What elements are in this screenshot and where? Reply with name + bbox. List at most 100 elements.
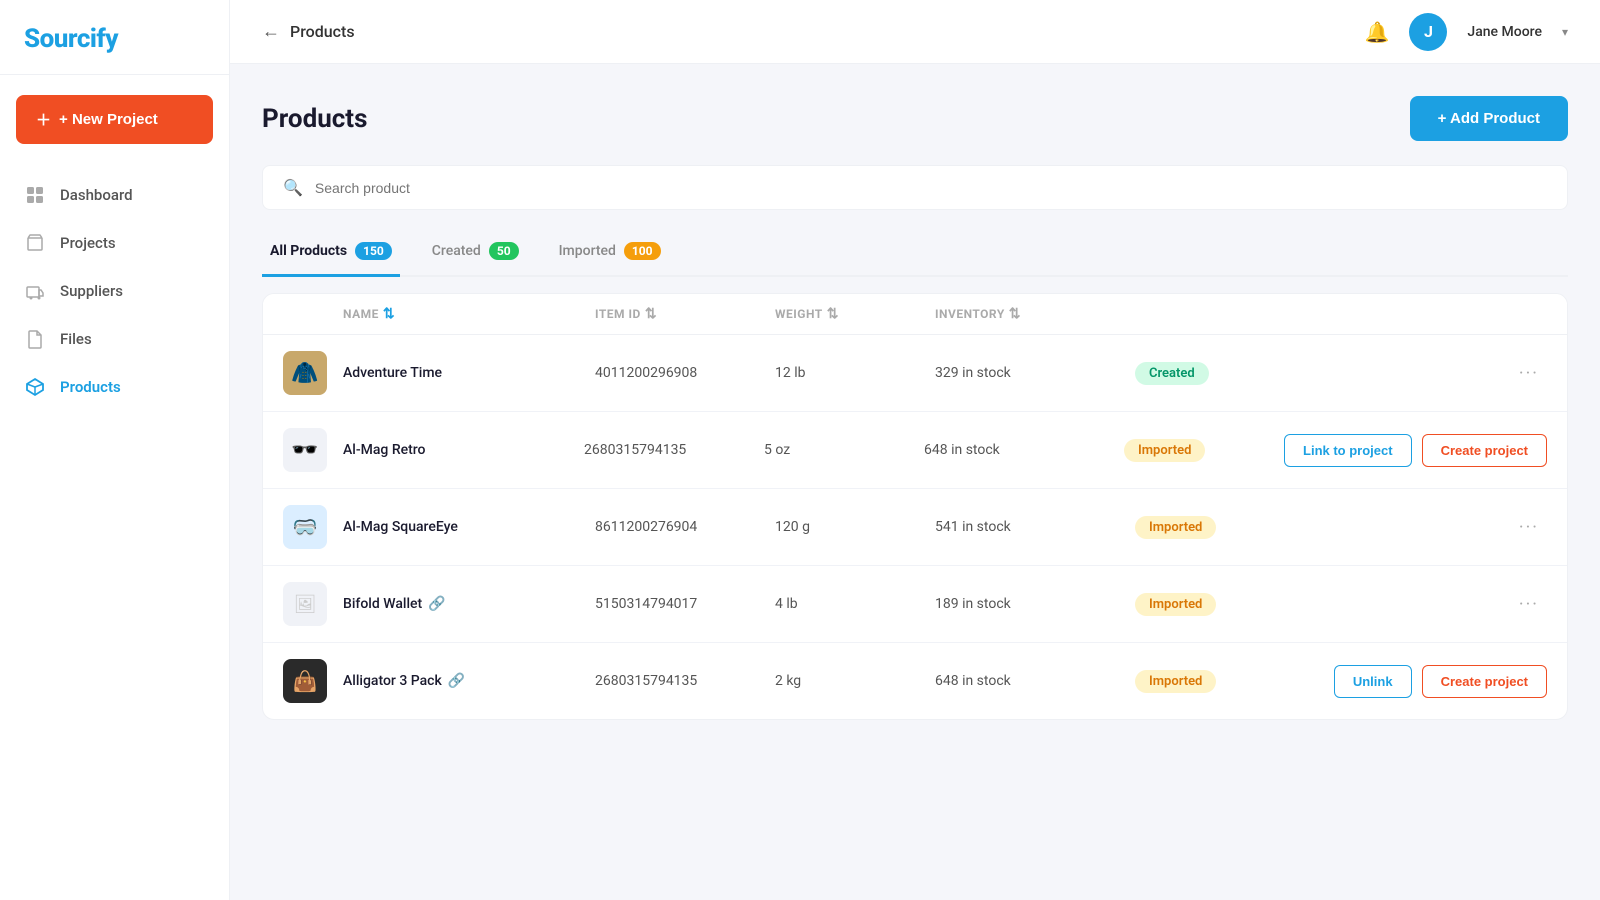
link-to-project-button[interactable]: Link to project [1284, 434, 1412, 467]
projects-icon [24, 232, 46, 254]
logo: Sourcify [0, 0, 229, 75]
name-sort-icon[interactable]: ⇅ [383, 306, 395, 322]
product-item-id: 4011200296908 [595, 365, 775, 381]
col-status [1135, 306, 1295, 322]
table-row: 👜 Alligator 3 Pack 🔗 2680315794135 2 kg … [263, 643, 1567, 719]
dashboard-icon [24, 184, 46, 206]
tab-imported-label: Imported [559, 243, 616, 259]
search-bar: 🔍 [262, 165, 1568, 210]
inventory-sort-icon[interactable]: ⇅ [1009, 306, 1021, 322]
product-weight: 120 g [775, 519, 935, 535]
files-icon [24, 328, 46, 350]
row-actions: ··· [1295, 590, 1547, 619]
sidebar-item-files[interactable]: Files [0, 316, 229, 362]
top-header: ← Products 🔔 J Jane Moore ▾ [230, 0, 1600, 64]
col-inventory-label: INVENTORY [935, 307, 1005, 321]
col-weight-label: WEIGHT [775, 307, 823, 321]
main-area: ← Products 🔔 J Jane Moore ▾ Products + A… [230, 0, 1600, 900]
tab-all-products[interactable]: All Products 150 [262, 230, 400, 277]
product-weight: 2 kg [775, 673, 935, 689]
product-name: Al-Mag SquareEye [343, 519, 595, 535]
product-thumb-emoji: 🕶️ [291, 438, 318, 463]
products-label: Products [60, 378, 121, 396]
row-actions: ··· [1295, 513, 1547, 542]
products-icon [24, 376, 46, 398]
product-status: Imported [1124, 439, 1284, 462]
search-input[interactable] [315, 180, 1547, 196]
col-item-id: ITEM ID ⇅ [595, 306, 775, 322]
create-project-button[interactable]: Create project [1422, 665, 1547, 698]
product-status: Created [1135, 362, 1295, 385]
more-options-button[interactable]: ··· [1511, 513, 1547, 542]
table-header-row: NAME ⇅ ITEM ID ⇅ WEIGHT ⇅ INVENTORY ⇅ [263, 294, 1567, 335]
page-title: Products [262, 104, 367, 134]
product-link-icon: 🔗 [448, 673, 465, 689]
product-weight: 4 lb [775, 596, 935, 612]
row-actions: Link to project Create project [1284, 434, 1547, 467]
product-link-icon: 🔗 [428, 596, 445, 612]
table-row: 🖼 Bifold Wallet 🔗 5150314794017 4 lb 189… [263, 566, 1567, 643]
product-thumbnail: 🥽 [283, 505, 327, 549]
product-thumb-emoji: 🥽 [293, 515, 318, 539]
back-arrow-icon[interactable]: ← [262, 21, 280, 42]
product-item-id: 2680315794135 [584, 442, 764, 458]
product-inventory: 189 in stock [935, 596, 1135, 612]
product-inventory: 329 in stock [935, 365, 1135, 381]
table-row: 🕶️ Al-Mag Retro 2680315794135 5 oz 648 i… [263, 412, 1567, 489]
weight-sort-icon[interactable]: ⇅ [827, 306, 839, 322]
products-table: NAME ⇅ ITEM ID ⇅ WEIGHT ⇅ INVENTORY ⇅ [262, 293, 1568, 720]
user-chevron-icon[interactable]: ▾ [1562, 25, 1568, 39]
sidebar-item-suppliers[interactable]: Suppliers [0, 268, 229, 314]
table-row: 🥽 Al-Mag SquareEye 8611200276904 120 g 5… [263, 489, 1567, 566]
sidebar-item-projects[interactable]: Projects [0, 220, 229, 266]
product-item-id: 8611200276904 [595, 519, 775, 535]
product-weight: 12 lb [775, 365, 935, 381]
tabs-bar: All Products 150 Created 50 Imported 100 [262, 230, 1568, 277]
header-left: ← Products [262, 21, 355, 42]
new-project-plus: ＋ [36, 109, 51, 130]
product-thumb-emoji: 👜 [293, 669, 318, 693]
product-name-text: Al-Mag SquareEye [343, 519, 458, 535]
notification-bell-icon[interactable]: 🔔 [1365, 20, 1390, 44]
sidebar: Sourcify ＋ + New Project Dashboard [0, 0, 230, 900]
status-badge: Imported [1124, 439, 1205, 462]
col-inventory: INVENTORY ⇅ [935, 306, 1135, 322]
product-item-id: 5150314794017 [595, 596, 775, 612]
table-row: 🧥 Adventure Time 4011200296908 12 lb 329… [263, 335, 1567, 412]
product-name-text: Bifold Wallet [343, 596, 422, 612]
tab-imported[interactable]: Imported 100 [551, 230, 669, 277]
projects-label: Projects [60, 234, 116, 252]
sidebar-nav: Dashboard Projects Suppliers [0, 164, 229, 418]
product-thumb-emoji: 🧥 [291, 361, 318, 386]
tab-created[interactable]: Created 50 [424, 230, 527, 277]
dashboard-label: Dashboard [60, 186, 133, 204]
add-product-label: + Add Product [1438, 110, 1540, 127]
product-weight: 5 oz [764, 442, 924, 458]
col-thumb [283, 306, 343, 322]
user-name-label: Jane Moore [1467, 24, 1542, 40]
product-name-text: Alligator 3 Pack [343, 673, 442, 689]
itemid-sort-icon[interactable]: ⇅ [645, 306, 657, 322]
product-thumbnail: 🕶️ [283, 428, 327, 472]
sidebar-item-dashboard[interactable]: Dashboard [0, 172, 229, 218]
more-options-button[interactable]: ··· [1511, 359, 1547, 388]
tab-created-badge: 50 [489, 242, 519, 260]
status-badge: Imported [1135, 516, 1216, 539]
product-inventory: 648 in stock [924, 442, 1124, 458]
product-name: Al-Mag Retro [343, 442, 584, 458]
add-product-button[interactable]: + Add Product [1410, 96, 1568, 141]
col-itemid-label: ITEM ID [595, 307, 641, 321]
product-name-text: Adventure Time [343, 365, 442, 381]
product-status: Imported [1135, 670, 1295, 693]
header-breadcrumb: Products [290, 22, 355, 41]
more-options-button[interactable]: ··· [1511, 590, 1547, 619]
app-name: Sourcify [24, 24, 118, 54]
product-name: Bifold Wallet 🔗 [343, 596, 595, 612]
unlink-button[interactable]: Unlink [1334, 665, 1412, 698]
product-inventory: 541 in stock [935, 519, 1135, 535]
product-status: Imported [1135, 516, 1295, 539]
sidebar-item-products[interactable]: Products [0, 364, 229, 410]
product-thumbnail: 👜 [283, 659, 327, 703]
new-project-button[interactable]: ＋ + New Project [16, 95, 213, 144]
create-project-button[interactable]: Create project [1422, 434, 1547, 467]
